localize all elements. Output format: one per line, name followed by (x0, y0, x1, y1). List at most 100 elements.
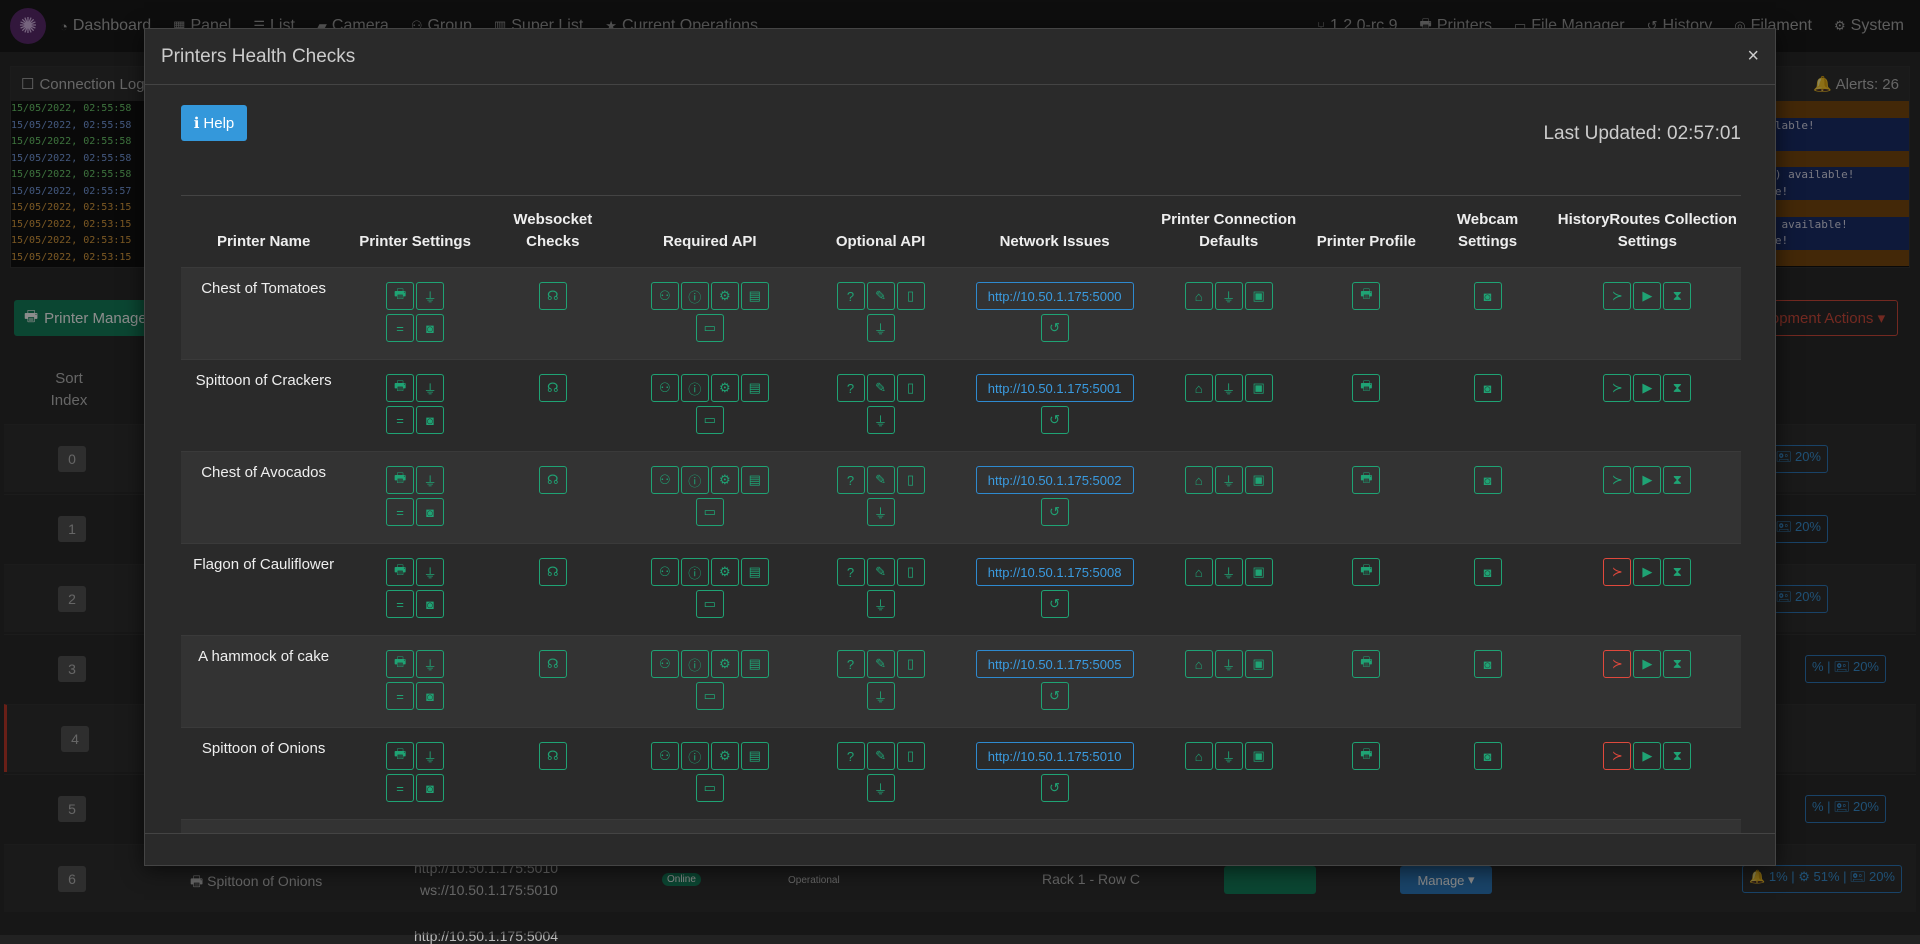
wrench-icon[interactable]: ✎ (866, 374, 895, 402)
printer-icon[interactable]: 🖶 (386, 650, 415, 678)
archway-icon[interactable]: ⌂ (1184, 374, 1213, 402)
history-icon[interactable]: ↺ (1040, 314, 1069, 342)
users-icon[interactable]: ⚇ (650, 282, 679, 310)
video-icon[interactable]: ▶ (1633, 558, 1662, 586)
question-icon[interactable]: ? (836, 282, 865, 310)
plug-icon[interactable]: ⏚ (416, 374, 445, 402)
question-icon[interactable]: ? (836, 374, 865, 402)
users-icon[interactable]: ⚇ (650, 466, 679, 494)
printer-icon[interactable]: 🖶 (1352, 650, 1381, 678)
camera-icon[interactable]: ◙ (416, 590, 445, 618)
printer-url-link[interactable]: http://10.50.1.175:5008 (975, 558, 1134, 586)
printer-url-link[interactable]: http://10.50.1.175:5002 (975, 466, 1134, 494)
wrench-icon[interactable]: ✎ (866, 466, 895, 494)
terminal-icon[interactable]: ≻ (1603, 650, 1632, 678)
archway-icon[interactable]: ⌂ (1184, 466, 1213, 494)
octopus-icon[interactable]: ☊ (538, 282, 567, 310)
id-badge-icon[interactable]: ▣ (1244, 742, 1273, 770)
wrench-icon[interactable]: ✎ (866, 650, 895, 678)
camera-icon[interactable]: ◙ (416, 406, 445, 434)
info-icon[interactable]: ⓘ (680, 650, 709, 678)
users-icon[interactable]: ⚇ (650, 742, 679, 770)
octopus-icon[interactable]: ☊ (538, 742, 567, 770)
hourglass-icon[interactable]: ⧗ (1663, 466, 1692, 494)
equals-icon[interactable]: = (386, 590, 415, 618)
video-icon[interactable]: ▶ (1633, 742, 1662, 770)
plug-icon[interactable]: ⏚ (416, 466, 445, 494)
plug-icon[interactable]: ⏚ (416, 742, 445, 770)
users-icon[interactable]: ⚇ (650, 374, 679, 402)
gear-icon[interactable]: ⚙ (710, 558, 739, 586)
archway-icon[interactable]: ⌂ (1184, 742, 1213, 770)
hourglass-icon[interactable]: ⧗ (1663, 742, 1692, 770)
history-icon[interactable]: ↺ (1040, 774, 1069, 802)
history-icon[interactable]: ↺ (1040, 406, 1069, 434)
users-icon[interactable]: ⚇ (650, 650, 679, 678)
equals-icon[interactable]: = (386, 406, 415, 434)
gear-icon[interactable]: ⚙ (710, 650, 739, 678)
hourglass-icon[interactable]: ⧗ (1663, 374, 1692, 402)
plug-icon[interactable]: ⏚ (1214, 742, 1243, 770)
history-icon[interactable]: ↺ (1040, 498, 1069, 526)
info-icon[interactable]: ⓘ (680, 466, 709, 494)
camera-icon[interactable]: ◙ (416, 682, 445, 710)
users-icon[interactable]: ⚇ (650, 558, 679, 586)
id-card-icon[interactable]: ▤ (740, 650, 769, 678)
archway-icon[interactable]: ⌂ (1184, 650, 1213, 678)
hourglass-icon[interactable]: ⧗ (1663, 282, 1692, 310)
id-card-icon[interactable]: ▤ (740, 374, 769, 402)
plug-icon[interactable]: ⏚ (1214, 558, 1243, 586)
hourglass-icon[interactable]: ⧗ (1663, 650, 1692, 678)
info-icon[interactable]: ⓘ (680, 374, 709, 402)
printer-icon[interactable]: 🖶 (1352, 742, 1381, 770)
info-icon[interactable]: ⓘ (680, 282, 709, 310)
plug-icon[interactable]: ⏚ (1214, 374, 1243, 402)
printer-url-link[interactable]: http://10.50.1.175:5000 (975, 282, 1134, 310)
question-icon[interactable]: ? (836, 466, 865, 494)
plug-icon[interactable]: ⏚ (416, 282, 445, 310)
printer-icon[interactable]: 🖶 (1352, 374, 1381, 402)
plug-icon[interactable]: ⏚ (1214, 650, 1243, 678)
wrench-icon[interactable]: ✎ (866, 742, 895, 770)
file-icon[interactable]: ▯ (896, 742, 925, 770)
plug-icon[interactable]: ⏚ (1214, 282, 1243, 310)
video-icon[interactable]: ▶ (1633, 282, 1662, 310)
info-icon[interactable]: ⓘ (680, 558, 709, 586)
file-icon[interactable]: ▯ (896, 466, 925, 494)
equals-icon[interactable]: = (386, 682, 415, 710)
server-icon[interactable]: ▭ (695, 590, 724, 618)
history-icon[interactable]: ↺ (1040, 682, 1069, 710)
terminal-icon[interactable]: ≻ (1603, 282, 1632, 310)
plug-icon[interactable]: ⏚ (866, 498, 895, 526)
file-icon[interactable]: ▯ (896, 282, 925, 310)
server-icon[interactable]: ▭ (695, 498, 724, 526)
archway-icon[interactable]: ⌂ (1184, 282, 1213, 310)
printer-icon[interactable]: 🖶 (386, 374, 415, 402)
plug-icon[interactable]: ⏚ (866, 406, 895, 434)
camera-icon[interactable]: ◙ (1473, 650, 1502, 678)
gear-icon[interactable]: ⚙ (710, 742, 739, 770)
hourglass-icon[interactable]: ⧗ (1663, 558, 1692, 586)
wrench-icon[interactable]: ✎ (866, 558, 895, 586)
plug-icon[interactable]: ⏚ (866, 774, 895, 802)
file-icon[interactable]: ▯ (896, 558, 925, 586)
question-icon[interactable]: ? (836, 558, 865, 586)
archway-icon[interactable]: ⌂ (1184, 558, 1213, 586)
id-badge-icon[interactable]: ▣ (1244, 650, 1273, 678)
info-icon[interactable]: ⓘ (680, 742, 709, 770)
camera-icon[interactable]: ◙ (1473, 466, 1502, 494)
gear-icon[interactable]: ⚙ (710, 282, 739, 310)
equals-icon[interactable]: = (386, 498, 415, 526)
question-icon[interactable]: ? (836, 742, 865, 770)
printer-icon[interactable]: 🖶 (386, 558, 415, 586)
video-icon[interactable]: ▶ (1633, 466, 1662, 494)
printer-url-link[interactable]: http://10.50.1.175:5005 (975, 650, 1134, 678)
id-card-icon[interactable]: ▤ (740, 558, 769, 586)
help-button[interactable]: ℹ Help (181, 105, 247, 141)
camera-icon[interactable]: ◙ (1473, 558, 1502, 586)
history-icon[interactable]: ↺ (1040, 590, 1069, 618)
printer-icon[interactable]: 🖶 (1352, 466, 1381, 494)
camera-icon[interactable]: ◙ (1473, 374, 1502, 402)
equals-icon[interactable]: = (386, 774, 415, 802)
terminal-icon[interactable]: ≻ (1603, 374, 1632, 402)
